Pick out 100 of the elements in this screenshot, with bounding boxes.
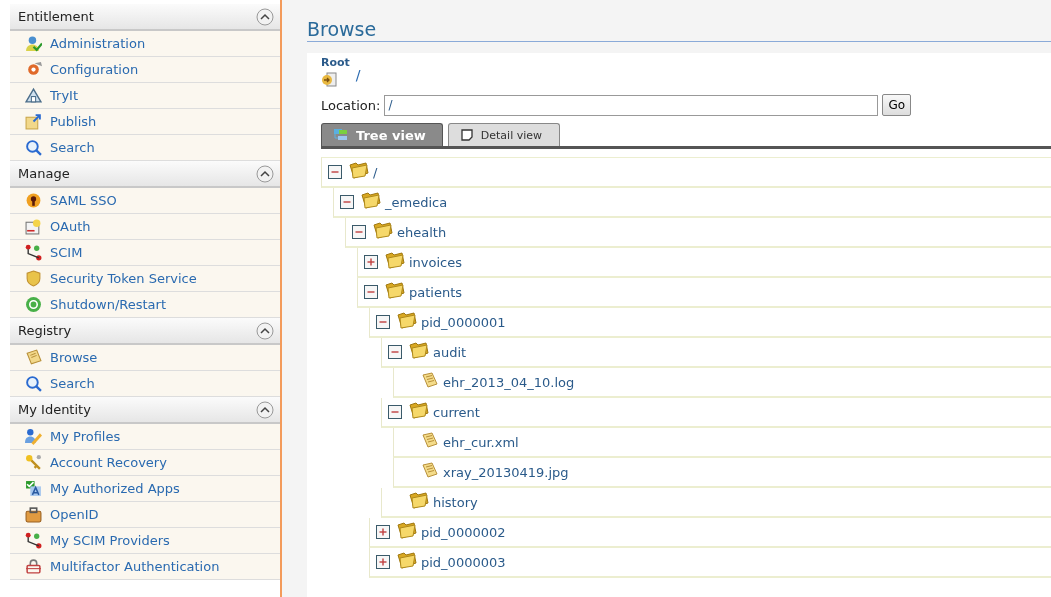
- expand-icon[interactable]: [376, 555, 390, 569]
- sidebar-item[interactable]: Publish: [10, 109, 280, 135]
- sidebar-item[interactable]: My SCIM Providers: [10, 528, 280, 554]
- collapse-icon[interactable]: [256, 7, 274, 26]
- sidebar-item[interactable]: My Profiles: [10, 424, 280, 450]
- collapse-icon[interactable]: [256, 164, 274, 183]
- tree-row[interactable]: ehealth: [345, 218, 1051, 248]
- root-path-link[interactable]: /: [355, 66, 361, 83]
- collapse-icon[interactable]: [376, 315, 390, 329]
- search-icon: [25, 375, 42, 392]
- folder-icon: [373, 221, 393, 239]
- sidebar-item[interactable]: My Authorized Apps: [10, 476, 280, 502]
- sidebar-item[interactable]: Browse: [10, 345, 280, 371]
- tree-node-label[interactable]: ehr_cur.xml: [443, 434, 519, 450]
- user-pencil-icon: [25, 428, 42, 445]
- tree-row[interactable]: ehr_2013_04_10.log: [393, 368, 1051, 398]
- folder-arrow-icon[interactable]: [321, 71, 337, 87]
- folder-icon: [361, 191, 381, 209]
- tree-node-label[interactable]: _emedica: [385, 194, 448, 210]
- tree-row[interactable]: xray_20130419.jpg: [393, 458, 1051, 488]
- folder-icon: [349, 161, 369, 179]
- sidebar-item[interactable]: Security Token Service: [10, 266, 280, 292]
- power-icon: [25, 296, 42, 313]
- root-label: Root: [321, 56, 350, 69]
- section-header[interactable]: Manage: [10, 161, 280, 188]
- tree-row[interactable]: pid_0000002: [369, 518, 1051, 548]
- collapse-icon[interactable]: [364, 285, 378, 299]
- document-icon: [421, 461, 439, 479]
- collapse-icon[interactable]: [256, 400, 274, 419]
- view-tab[interactable]: Detail view: [447, 123, 560, 146]
- tree-row[interactable]: _emedica: [333, 188, 1051, 218]
- section-header[interactable]: Entitlement: [10, 4, 280, 31]
- nodes-icon: [25, 244, 42, 261]
- tree-row[interactable]: invoices: [357, 248, 1051, 278]
- tree-node-label[interactable]: pid_0000002: [421, 524, 506, 540]
- folder-icon: [397, 521, 417, 539]
- tree-node-label[interactable]: pid_0000003: [421, 554, 506, 570]
- tree-row[interactable]: patients: [357, 278, 1051, 308]
- tree-row[interactable]: current: [381, 398, 1051, 428]
- sidebar-item[interactable]: OAuth: [10, 214, 280, 240]
- collapse-icon[interactable]: [340, 195, 354, 209]
- folder-icon: [385, 251, 405, 269]
- tree-node-label[interactable]: xray_20130419.jpg: [443, 464, 569, 480]
- sidebar-item[interactable]: Shutdown/Restart: [10, 292, 280, 318]
- sidebar-item[interactable]: Account Recovery: [10, 450, 280, 476]
- search-icon: [25, 139, 42, 156]
- tree-row[interactable]: audit: [381, 338, 1051, 368]
- sidebar-item[interactable]: SCIM: [10, 240, 280, 266]
- tree-row[interactable]: history: [381, 488, 1051, 518]
- check-letter-icon: [25, 480, 42, 497]
- sidebar-item[interactable]: Search: [10, 371, 280, 397]
- note-icon: [460, 129, 473, 141]
- tree-node-label[interactable]: patients: [409, 284, 463, 300]
- sidebar-item[interactable]: OpenID: [10, 502, 280, 528]
- collapse-icon[interactable]: [352, 225, 366, 239]
- go-button[interactable]: Go: [882, 94, 911, 116]
- sidebar-item[interactable]: Multifactor Authentication: [10, 554, 280, 580]
- folder-icon: [409, 491, 429, 509]
- collapse-icon[interactable]: [256, 321, 274, 340]
- collapse-icon[interactable]: [328, 165, 342, 179]
- tree-node-label[interactable]: invoices: [409, 254, 463, 270]
- gear-icon: [25, 61, 42, 78]
- tree-node-label[interactable]: audit: [433, 344, 467, 360]
- tree-row[interactable]: pid_0000001: [369, 308, 1051, 338]
- triangle-icon: [25, 87, 42, 104]
- folder-icon: [409, 401, 429, 419]
- briefcase-icon: [25, 506, 42, 523]
- key-icon: [25, 454, 42, 471]
- section-header[interactable]: Registry: [10, 318, 280, 345]
- sidebar-item[interactable]: SAML SSO: [10, 188, 280, 214]
- sidebar-item[interactable]: Search: [10, 135, 280, 161]
- folder-icon: [409, 341, 429, 359]
- tree-node-label[interactable]: ehealth: [397, 224, 447, 240]
- shield-icon: [25, 270, 42, 287]
- location-label: Location:: [321, 97, 381, 113]
- keyhole-icon: [25, 192, 42, 209]
- document-icon: [421, 371, 439, 389]
- tree-node-label[interactable]: ehr_2013_04_10.log: [443, 374, 575, 390]
- user-check-icon: [25, 35, 42, 52]
- collapse-icon[interactable]: [388, 345, 402, 359]
- tree-row[interactable]: ehr_cur.xml: [393, 428, 1051, 458]
- nodes-icon: [25, 532, 42, 549]
- folder-icon: [385, 281, 405, 299]
- sidebar-item[interactable]: Administration: [10, 31, 280, 57]
- expand-icon[interactable]: [376, 525, 390, 539]
- tree-node-label[interactable]: history: [433, 494, 478, 510]
- section-header[interactable]: My Identity: [10, 397, 280, 424]
- tree-node-label[interactable]: pid_0000001: [421, 314, 506, 330]
- location-field[interactable]: /: [384, 94, 879, 116]
- tree-node-label[interactable]: /: [373, 164, 378, 180]
- sidebar-item[interactable]: TryIt: [10, 83, 280, 109]
- book-icon: [25, 349, 42, 366]
- sidebar-item[interactable]: Configuration: [10, 57, 280, 83]
- tree-node-label[interactable]: current: [433, 404, 480, 420]
- tree-row[interactable]: pid_0000003: [369, 548, 1051, 578]
- expand-icon[interactable]: [364, 255, 378, 269]
- document-icon: [421, 431, 439, 449]
- document-cloud-icon: [25, 218, 42, 235]
- tree-row[interactable]: /: [321, 157, 1051, 188]
- collapse-icon[interactable]: [388, 405, 402, 419]
